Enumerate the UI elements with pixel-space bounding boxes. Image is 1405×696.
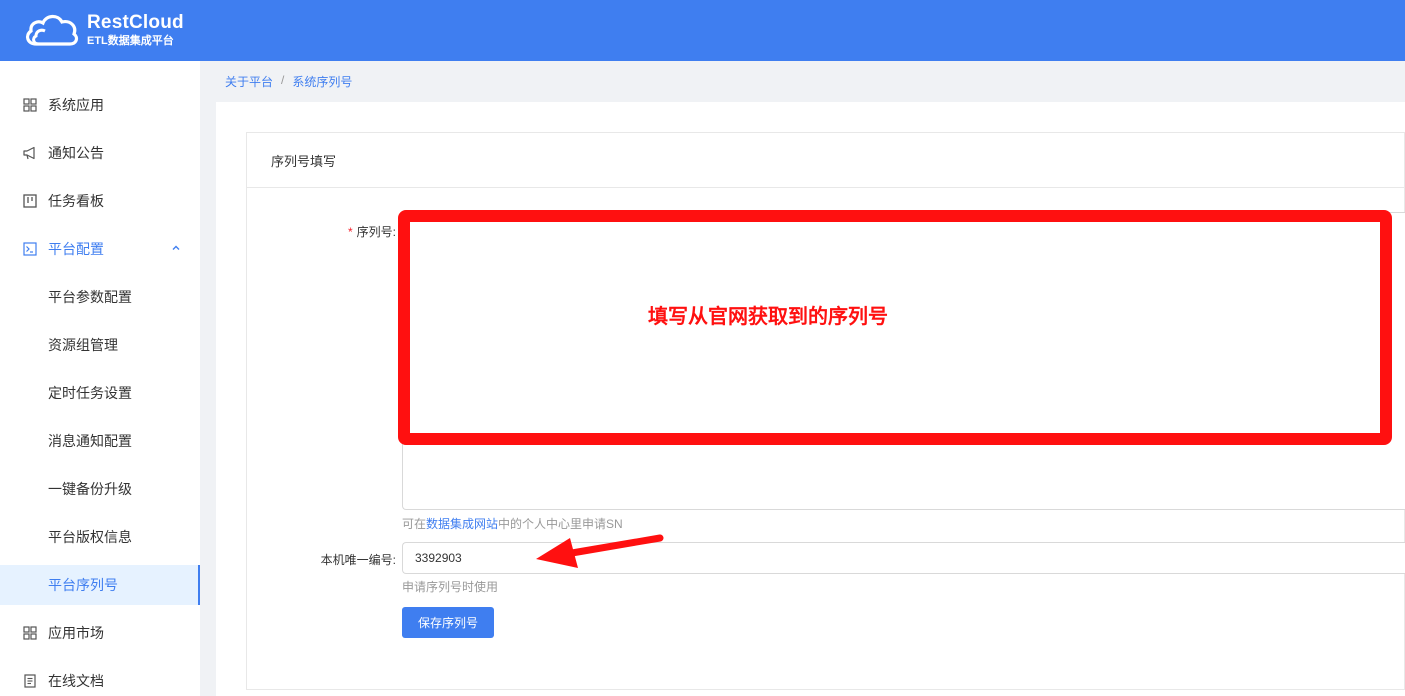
sidebar-item-label: 在线文档	[48, 673, 104, 689]
terminal-icon	[23, 242, 37, 256]
sidebar-item-label: 应用市场	[48, 625, 104, 641]
machine-id-hint: 申请序列号时使用	[402, 580, 499, 594]
annotation-arrow-icon	[536, 534, 664, 568]
brand-title: RestCloud	[87, 12, 184, 33]
sidebar-item-app-market[interactable]: 应用市场	[0, 613, 200, 653]
annotation-box	[398, 210, 1392, 445]
sidebar-item-backup-upgrade[interactable]: 一键备份升级	[0, 469, 200, 509]
sidebar: 系统应用 通知公告 任务看板 平台配置 平台参数配置 资源组管理 定时任务设置 …	[0, 61, 200, 696]
chevron-up-icon	[172, 245, 180, 250]
sidebar-item-label: 任务看板	[48, 193, 104, 209]
sidebar-item-scheduled-tasks[interactable]: 定时任务设置	[0, 373, 200, 413]
sidebar-item-platform-config[interactable]: 平台配置	[0, 229, 200, 269]
grid-icon	[23, 98, 37, 112]
sidebar-item-label: 系统应用	[48, 97, 104, 113]
sidebar-item-label: 平台序列号	[48, 577, 118, 593]
sidebar-item-label: 平台参数配置	[48, 289, 132, 305]
sidebar-item-label: 平台版权信息	[48, 529, 132, 545]
breadcrumb-separator: /	[281, 73, 285, 87]
sidebar-item-label: 通知公告	[48, 145, 104, 161]
top-bar: RestCloud ETL数据集成平台	[0, 0, 1405, 61]
required-mark: *	[347, 225, 353, 239]
sidebar-item-serial-number[interactable]: 平台序列号	[0, 565, 200, 605]
sidebar-item-label: 资源组管理	[48, 337, 118, 353]
card-title: 序列号填写	[247, 133, 1404, 188]
brand-logo[interactable]: RestCloud ETL数据集成平台	[22, 10, 184, 50]
sidebar-item-resource-groups[interactable]: 资源组管理	[0, 325, 200, 365]
annotation-text: 填写从官网获取到的序列号	[648, 306, 888, 328]
data-integration-site-link[interactable]: 数据集成网站	[426, 517, 498, 531]
grid-icon	[23, 626, 37, 640]
sidebar-item-system-apps[interactable]: 系统应用	[0, 85, 200, 125]
document-icon	[24, 674, 36, 688]
brand-subtitle: ETL数据集成平台	[87, 35, 174, 47]
breadcrumb-current: 系统序列号	[292, 75, 353, 89]
machine-id-label: 本机唯一编号:	[320, 553, 396, 567]
sidebar-item-notification-config[interactable]: 消息通知配置	[0, 421, 200, 461]
breadcrumb-parent[interactable]: 关于平台	[225, 73, 273, 90]
sidebar-item-task-board[interactable]: 任务看板	[0, 181, 200, 221]
sidebar-item-label: 定时任务设置	[48, 385, 132, 401]
cloud-logo-icon	[25, 14, 79, 46]
save-serial-button[interactable]: 保存序列号	[402, 607, 494, 638]
breadcrumb: 关于平台 / 系统序列号	[225, 73, 352, 90]
kanban-icon	[23, 194, 37, 208]
sidebar-item-label: 平台配置	[48, 241, 104, 257]
sidebar-item-notices[interactable]: 通知公告	[0, 133, 200, 173]
sidebar-item-label: 一键备份升级	[48, 481, 132, 497]
megaphone-icon	[23, 146, 35, 160]
sidebar-item-copyright[interactable]: 平台版权信息	[0, 517, 200, 557]
machine-id-value: 3392903	[415, 551, 462, 565]
serial-label: * 序列号:	[347, 225, 396, 239]
sidebar-item-label: 消息通知配置	[48, 433, 132, 449]
sidebar-item-online-docs[interactable]: 在线文档	[0, 661, 200, 696]
sidebar-item-platform-params[interactable]: 平台参数配置	[0, 277, 200, 317]
